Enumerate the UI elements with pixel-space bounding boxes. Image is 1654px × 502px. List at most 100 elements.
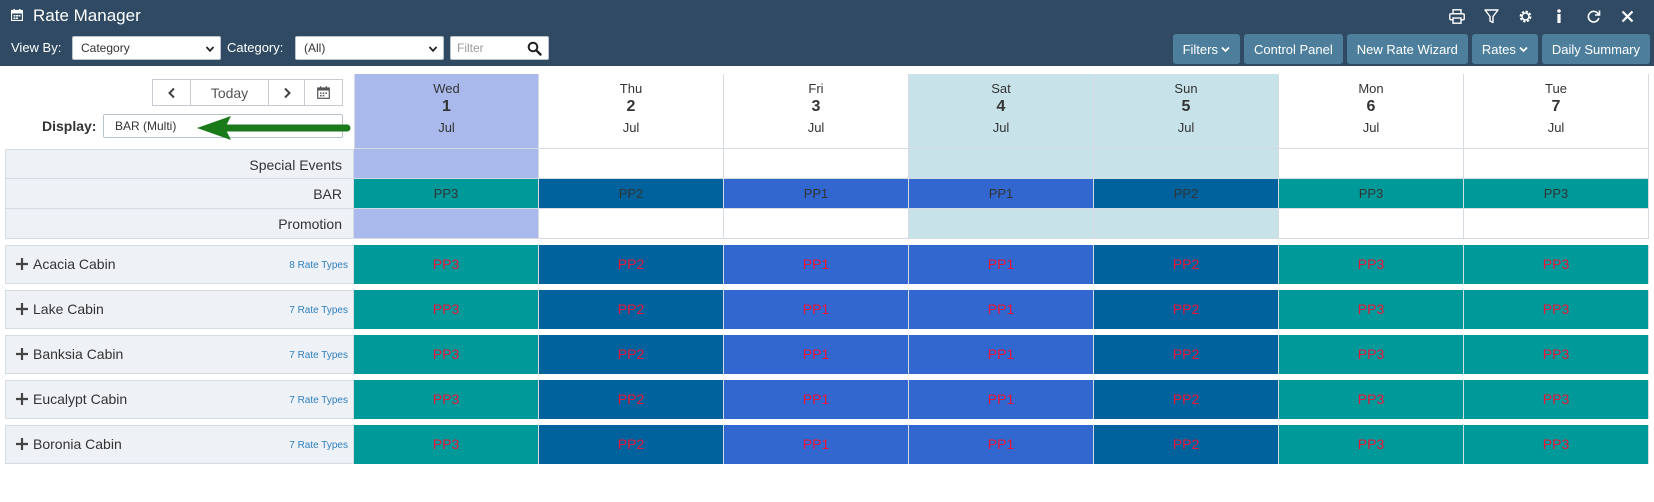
date-picker-button[interactable]	[305, 80, 342, 105]
plus-icon[interactable]	[15, 347, 29, 361]
filter-input[interactable]	[457, 40, 527, 56]
search-icon[interactable]	[527, 41, 542, 56]
room-rate-cell[interactable]: PP2	[539, 380, 724, 419]
promotion-row-cell[interactable]	[1094, 209, 1279, 239]
view-by-select[interactable]: Category	[72, 36, 221, 60]
previous-button[interactable]	[153, 80, 191, 105]
room-rate-cell[interactable]: PP3	[1464, 290, 1649, 329]
promotion-row-cell[interactable]	[1279, 209, 1464, 239]
room-rate-cell[interactable]: PP3	[354, 335, 539, 374]
filters-button[interactable]: Filters	[1172, 34, 1240, 64]
rates-button[interactable]: Rates	[1471, 34, 1538, 64]
bar-rate-cell[interactable]: PP3	[354, 179, 539, 209]
special-events-row-cell[interactable]	[1464, 149, 1649, 179]
room-rate-cell[interactable]: PP1	[909, 380, 1094, 419]
close-button[interactable]	[1610, 5, 1644, 27]
day-header[interactable]: Tue 7 Jul	[1464, 74, 1649, 149]
refresh-button[interactable]	[1576, 5, 1610, 27]
room-rate-cell[interactable]: PP1	[909, 290, 1094, 329]
filter-toggle-button[interactable]	[1474, 5, 1508, 27]
special-events-row-cell[interactable]	[354, 149, 539, 179]
room-name: Banksia Cabin	[33, 346, 124, 362]
special-events-row-cell[interactable]	[1094, 149, 1279, 179]
day-header[interactable]: Thu 2 Jul	[539, 74, 724, 149]
room-rate-cell[interactable]: PP2	[1094, 380, 1279, 419]
room-rate-cell[interactable]: PP2	[1094, 335, 1279, 374]
day-name: Sun	[1174, 81, 1198, 96]
room-rate-cell[interactable]: PP3	[1464, 380, 1649, 419]
chevron-down-icon	[1519, 46, 1528, 52]
room-rate-cell[interactable]: PP1	[909, 425, 1094, 464]
promotion-row-cell[interactable]	[539, 209, 724, 239]
room-rate-cell[interactable]: PP3	[354, 380, 539, 419]
room-rate-cell[interactable]: PP3	[1464, 245, 1649, 284]
bar-rate-cell[interactable]: PP1	[724, 179, 909, 209]
rate-types-link[interactable]: 7 Rate Types	[289, 395, 348, 406]
today-button[interactable]: Today	[191, 80, 269, 105]
plus-icon[interactable]	[15, 392, 29, 406]
room-rate-cell[interactable]: PP3	[1464, 425, 1649, 464]
day-header[interactable]: Wed 1 Jul	[354, 74, 539, 149]
room-rate-cell[interactable]: PP1	[724, 245, 909, 284]
rate-types-link[interactable]: 8 Rate Types	[289, 260, 348, 271]
special-events-row-cell[interactable]	[1279, 149, 1464, 179]
room-rate-cell[interactable]: PP3	[1279, 335, 1464, 374]
day-header[interactable]: Fri 3 Jul	[724, 74, 909, 149]
room-rate-cell[interactable]: PP2	[539, 335, 724, 374]
day-name: Thu	[619, 81, 643, 96]
rate-types-link[interactable]: 7 Rate Types	[289, 305, 348, 316]
plus-icon[interactable]	[15, 257, 29, 271]
room-rate-cell[interactable]: PP3	[354, 290, 539, 329]
room-rate-cell[interactable]: PP3	[1279, 380, 1464, 419]
settings-button[interactable]	[1508, 5, 1542, 27]
special-events-row-cell[interactable]	[539, 149, 724, 179]
room-rate-cell[interactable]: PP3	[1279, 425, 1464, 464]
info-button[interactable]	[1542, 5, 1576, 27]
room-rate-cell[interactable]: PP1	[724, 290, 909, 329]
day-name: Fri	[808, 81, 824, 96]
bar-rate-cell[interactable]: PP3	[1464, 179, 1649, 209]
room-rate-cell[interactable]: PP3	[1279, 245, 1464, 284]
bar-rate-cell[interactable]: PP2	[539, 179, 724, 209]
room-rate-cell[interactable]: PP2	[539, 425, 724, 464]
promotion-row-cell[interactable]	[354, 209, 539, 239]
bar-rate-cell[interactable]: PP3	[1279, 179, 1464, 209]
chevron-left-icon	[167, 87, 175, 98]
rate-types-link[interactable]: 7 Rate Types	[289, 440, 348, 451]
bar-rate-cell[interactable]: PP2	[1094, 179, 1279, 209]
bar-rate-cell[interactable]: PP1	[909, 179, 1094, 209]
plus-icon[interactable]	[15, 437, 29, 451]
category-select[interactable]: (All)	[295, 36, 444, 60]
room-rate-cell[interactable]: PP2	[1094, 290, 1279, 329]
room-rate-cell[interactable]: PP1	[909, 245, 1094, 284]
promotion-row-cell[interactable]	[724, 209, 909, 239]
room-rate-cell[interactable]: PP2	[539, 290, 724, 329]
special-events-row-cell[interactable]	[724, 149, 909, 179]
new-rate-wizard-button[interactable]: New Rate Wizard	[1346, 34, 1468, 64]
next-button[interactable]	[269, 80, 305, 105]
special-events-row-cell[interactable]	[909, 149, 1094, 179]
category-value: (All)	[304, 41, 326, 55]
day-header[interactable]: Sun 5 Jul	[1094, 74, 1279, 149]
room-rate-cell[interactable]: PP3	[1279, 290, 1464, 329]
room-rate-cell[interactable]: PP2	[1094, 425, 1279, 464]
room-rate-cell[interactable]: PP3	[354, 425, 539, 464]
room-rate-cell[interactable]: PP3	[1464, 335, 1649, 374]
promotion-row-cell[interactable]	[1464, 209, 1649, 239]
day-header[interactable]: Mon 6 Jul	[1279, 74, 1464, 149]
print-button[interactable]	[1440, 5, 1474, 27]
room-rate-cell[interactable]: PP2	[539, 245, 724, 284]
room-rate-cell[interactable]: PP1	[909, 335, 1094, 374]
daily-summary-button[interactable]: Daily Summary	[1541, 34, 1650, 64]
room-rate-cell[interactable]: PP1	[724, 380, 909, 419]
room-name: Acacia Cabin	[33, 256, 116, 272]
room-rate-cell[interactable]: PP1	[724, 425, 909, 464]
control-panel-button[interactable]: Control Panel	[1243, 34, 1343, 64]
plus-icon[interactable]	[15, 302, 29, 316]
room-rate-cell[interactable]: PP1	[724, 335, 909, 374]
promotion-row-cell[interactable]	[909, 209, 1094, 239]
day-header[interactable]: Sat 4 Jul	[909, 74, 1094, 149]
room-rate-cell[interactable]: PP2	[1094, 245, 1279, 284]
room-rate-cell[interactable]: PP3	[354, 245, 539, 284]
rate-types-link[interactable]: 7 Rate Types	[289, 350, 348, 361]
